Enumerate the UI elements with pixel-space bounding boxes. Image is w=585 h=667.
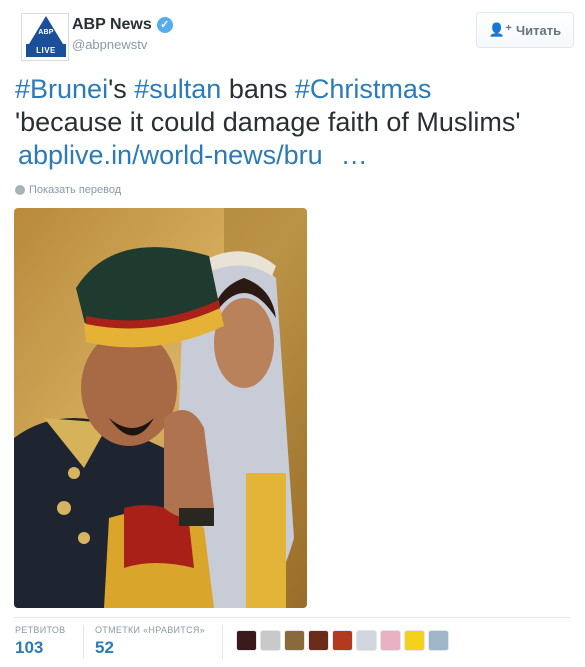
stats-divider xyxy=(14,617,570,618)
liker-avatars xyxy=(236,630,449,651)
hashtag-brunei[interactable]: #Brunei xyxy=(15,74,108,104)
account-fullname[interactable]: ABP News xyxy=(72,16,152,34)
liker-avatar[interactable] xyxy=(284,630,305,651)
retweets-label: РЕТВИТОВ xyxy=(15,625,66,635)
verified-icon: ✓ xyxy=(156,17,173,33)
globe-icon xyxy=(15,185,25,195)
tweet-photo[interactable] xyxy=(14,208,307,608)
tweet-line-2: 'because it could damage faith of Muslim… xyxy=(15,107,521,137)
retweets-stat[interactable]: РЕТВИТОВ 103 xyxy=(15,625,65,658)
likes-count: 52 xyxy=(95,638,114,657)
stat-separator xyxy=(222,625,223,659)
person-plus-icon: 👤⁺ xyxy=(488,22,512,37)
tweet-text: #Brunei's #sultan bans #Christmas 'becau… xyxy=(15,73,575,172)
tweet-header: ABP LIVE ABP News ✓ @abpnewstv 👤⁺ Читать xyxy=(14,10,574,62)
likes-stat[interactable]: ОТМЕТКИ «НРАВИТСЯ» 52 xyxy=(95,625,205,658)
photo-illustration xyxy=(14,208,307,608)
liker-avatar[interactable] xyxy=(404,630,425,651)
avatar-top-text: ABP xyxy=(38,29,54,36)
tweet-link[interactable]: abplive.in/world-news/bru xyxy=(18,140,323,170)
follow-button-label: Читать xyxy=(515,22,562,38)
link-ellipsis: … xyxy=(340,140,368,170)
avatar[interactable]: ABP LIVE xyxy=(21,13,69,61)
account-names: ABP News ✓ @abpnewstv xyxy=(72,16,173,52)
liker-avatar[interactable] xyxy=(260,630,281,651)
hashtag-sultan[interactable]: #sultan xyxy=(134,74,221,104)
tweet-text-segment: bans xyxy=(221,74,295,104)
tweet-line-1: #Brunei's #sultan bans #Christmas xyxy=(15,73,575,106)
liker-avatar[interactable] xyxy=(356,630,377,651)
follow-button[interactable]: 👤⁺ Читать xyxy=(476,12,574,48)
likes-label: ОТМЕТКИ «НРАВИТСЯ» xyxy=(95,625,205,635)
translate-label: Показать перевод xyxy=(29,184,122,196)
translate-link[interactable]: Показать перевод xyxy=(15,184,121,196)
liker-avatar[interactable] xyxy=(332,630,353,651)
retweets-count: 103 xyxy=(15,638,44,657)
liker-avatar[interactable] xyxy=(236,630,257,651)
liker-avatar[interactable] xyxy=(428,630,449,651)
tweet-line-3: abplive.in/world-news/bru … xyxy=(15,139,575,172)
hashtag-christmas[interactable]: #Christmas xyxy=(295,74,432,104)
stat-separator xyxy=(83,625,84,659)
tweet-text-segment: 's xyxy=(108,74,135,104)
liker-avatar[interactable] xyxy=(380,630,401,651)
liker-avatar[interactable] xyxy=(308,630,329,651)
avatar-bottom-text: LIVE xyxy=(26,44,66,57)
account-username[interactable]: @abpnewstv xyxy=(72,37,173,52)
